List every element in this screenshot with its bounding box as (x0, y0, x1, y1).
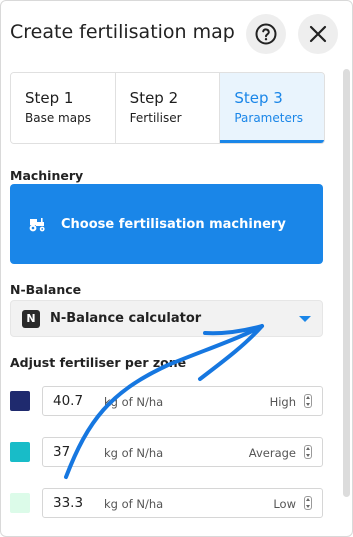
tab-step-1[interactable]: Step 1 Base maps (11, 73, 116, 143)
scrollbar[interactable] (343, 69, 350, 497)
zone-rate-unit: kg of N/ha (104, 497, 164, 511)
machinery-label: Machinery (10, 168, 84, 183)
zones-label: Adjust fertiliser per zone (10, 355, 187, 370)
tab-step-label: Fertiliser (129, 111, 182, 125)
zone-level-label: Low (273, 497, 296, 511)
tractor-icon (29, 218, 45, 232)
close-button[interactable] (298, 14, 338, 54)
zone-rate-input[interactable]: 40.7 kg of N/ha High (42, 386, 323, 416)
stepper-icon[interactable] (304, 496, 312, 510)
stepper-icon[interactable] (304, 445, 312, 459)
close-icon (309, 25, 327, 43)
page-title: Create fertilisation map (10, 21, 235, 43)
zone-rate-value: 40.7 (53, 393, 84, 409)
tab-step-number: Step 1 (25, 89, 74, 107)
zone-rate-value: 33.3 (53, 495, 84, 511)
zone-rate-unit: kg of N/ha (104, 446, 164, 460)
zone-rate-input[interactable]: 33.3 kg of N/ha Low (42, 488, 323, 518)
zone-row-high: 40.7 kg of N/ha High (10, 386, 323, 416)
question-circle-icon (255, 23, 277, 45)
tab-step-number: Step 3 (234, 89, 283, 107)
n-balance-select[interactable]: N N-Balance calculator (10, 300, 323, 337)
zone-rate-unit: kg of N/ha (104, 395, 164, 409)
choose-machinery-button[interactable]: Choose fertilisation machinery (10, 184, 323, 264)
zone-rate-input[interactable]: 37 kg of N/ha Average (42, 437, 323, 467)
n-balance-selected-value: N-Balance calculator (50, 311, 202, 326)
zone-rate-value: 37 (53, 444, 71, 460)
zone-row-average: 37 kg of N/ha Average (10, 437, 323, 467)
chevron-down-icon (299, 316, 311, 322)
zone-level-label: Average (248, 446, 296, 460)
tab-step-2[interactable]: Step 2 Fertiliser (115, 73, 221, 143)
n-balance-label: N-Balance (10, 282, 82, 297)
zone-color-swatch (10, 391, 30, 411)
zone-color-swatch (10, 493, 30, 513)
help-button[interactable] (246, 14, 286, 54)
stepper-icon[interactable] (304, 394, 312, 408)
step-tabs: Step 1 Base maps Step 2 Fertiliser Step … (10, 72, 325, 144)
n-balance-badge: N (22, 309, 40, 328)
choose-machinery-label: Choose fertilisation machinery (61, 216, 286, 232)
tab-step-label: Base maps (25, 111, 91, 125)
tab-step-number: Step 2 (129, 89, 179, 107)
fertilisation-panel: Create fertilisation map Step 1 Base map… (0, 0, 353, 537)
zone-level-label: High (269, 395, 296, 409)
tab-step-3[interactable]: Step 3 Parameters (220, 73, 324, 143)
tab-step-label: Parameters (234, 111, 304, 125)
zone-color-swatch (10, 442, 30, 462)
zone-row-low: 33.3 kg of N/ha Low (10, 488, 323, 518)
